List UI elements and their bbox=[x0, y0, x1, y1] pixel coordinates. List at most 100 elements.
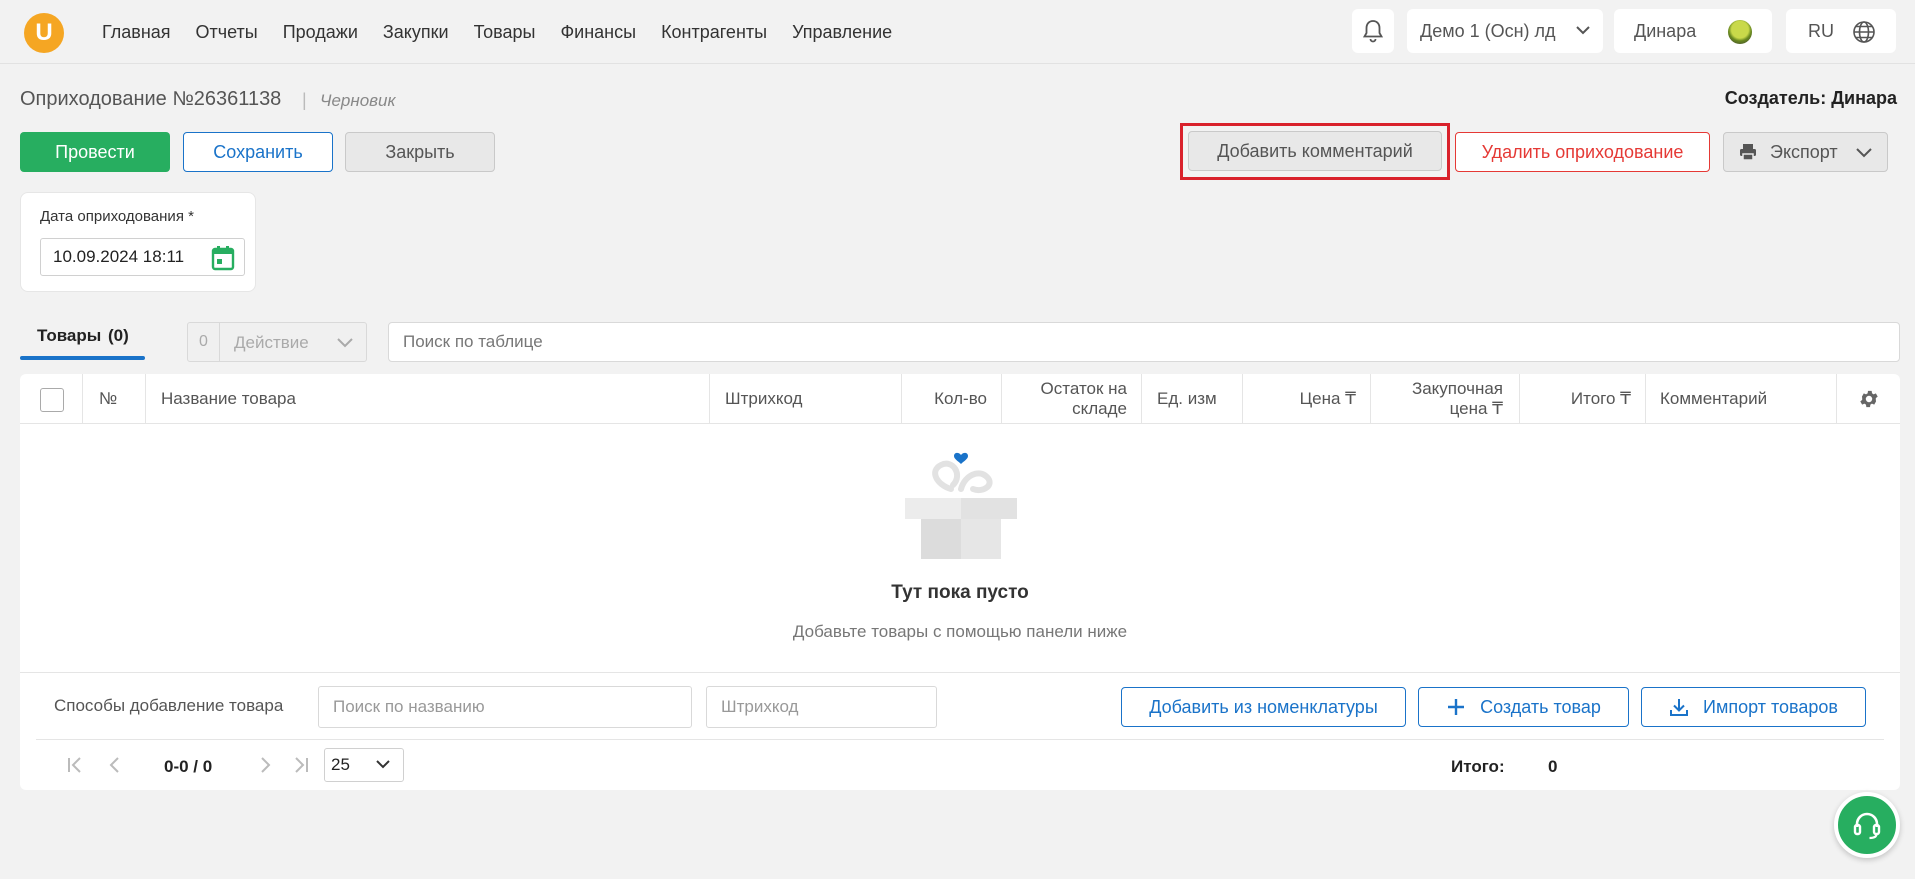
import-products-label: Импорт товаров bbox=[1703, 696, 1838, 717]
column-divider bbox=[1836, 374, 1837, 424]
column-divider bbox=[145, 374, 146, 424]
status-badge: Черновик bbox=[320, 91, 396, 110]
avatar bbox=[1728, 20, 1752, 44]
app-logo[interactable]: U bbox=[24, 13, 64, 53]
import-products-button[interactable]: Импорт товаров bbox=[1641, 687, 1866, 727]
col-total[interactable]: Итого ₸ bbox=[1520, 374, 1645, 424]
total-label: Итого: bbox=[1451, 757, 1505, 776]
export-button[interactable]: Экспорт bbox=[1723, 132, 1888, 172]
calendar-icon[interactable] bbox=[211, 245, 235, 271]
nav-sales[interactable]: Продажи bbox=[283, 22, 358, 43]
table-search-placeholder: Поиск по таблице bbox=[403, 332, 543, 351]
notifications-button[interactable] bbox=[1352, 9, 1394, 53]
create-product-button[interactable]: Создать товар bbox=[1418, 687, 1629, 727]
col-unit[interactable]: Ед. изм bbox=[1157, 374, 1217, 424]
col-price[interactable]: Цена ₸ bbox=[1243, 374, 1370, 424]
nav-home[interactable]: Главная bbox=[102, 22, 171, 43]
tab-active-underline bbox=[20, 356, 145, 360]
empty-state-subtitle: Добавьте товары с помощью панели ниже bbox=[792, 622, 1128, 641]
chevron-down-icon bbox=[1856, 148, 1872, 158]
page-size-select[interactable]: 25 bbox=[324, 748, 404, 782]
nav-management[interactable]: Управление bbox=[792, 22, 892, 43]
prev-page-icon[interactable] bbox=[106, 756, 124, 774]
col-purchase-price[interactable]: Закупочная цена ₸ bbox=[1371, 374, 1519, 424]
col-purchase-line-2: цена ₸ bbox=[1449, 399, 1503, 418]
nav-finance[interactable]: Финансы bbox=[560, 22, 636, 43]
user-menu[interactable]: Динара bbox=[1614, 9, 1772, 53]
col-barcode[interactable]: Штрихкод bbox=[725, 374, 802, 424]
user-name: Динара bbox=[1634, 20, 1697, 41]
add-from-catalog-button[interactable]: Добавить из номенклатуры bbox=[1121, 687, 1406, 727]
product-search-input[interactable]: Поиск по названию bbox=[318, 686, 692, 728]
delete-button[interactable]: Удалить оприходование bbox=[1455, 132, 1710, 172]
tab-goods-count: (0) bbox=[108, 326, 129, 345]
col-stock-line-2: складе bbox=[1072, 399, 1127, 418]
bulk-action-select[interactable]: 0 Действие bbox=[187, 322, 367, 362]
save-button[interactable]: Сохранить bbox=[183, 132, 333, 172]
page-size-value: 25 bbox=[331, 755, 350, 774]
goods-table: № Название товара Штрихкод Кол-во Остато… bbox=[20, 374, 1900, 790]
title-separator: | bbox=[302, 90, 307, 110]
add-methods-label: Способы добавление товара bbox=[54, 696, 284, 715]
bell-icon bbox=[1362, 20, 1384, 43]
column-divider bbox=[82, 374, 83, 424]
last-page-icon[interactable] bbox=[292, 756, 310, 774]
divider bbox=[36, 739, 1884, 740]
gear-icon[interactable] bbox=[1858, 388, 1880, 410]
page-range: 0-0 / 0 bbox=[164, 757, 213, 776]
export-label: Экспорт bbox=[1770, 141, 1838, 162]
company-name: Демо 1 (Осн) лд bbox=[1420, 20, 1556, 41]
total-value: 0 bbox=[1548, 757, 1558, 776]
top-bar: U Главная Отчеты Продажи Закупки Товары … bbox=[0, 0, 1915, 64]
add-comment-button[interactable]: Добавить комментарий bbox=[1188, 131, 1442, 171]
col-stock-label: Остаток на складе bbox=[1041, 379, 1127, 419]
chevron-down-icon bbox=[337, 338, 353, 348]
col-purchase-label: Закупочная цена ₸ bbox=[1412, 379, 1503, 419]
chevron-down-icon bbox=[1576, 26, 1590, 35]
date-card: Дата оприходования * 10.09.2024 18:11 bbox=[20, 192, 256, 292]
col-num: № bbox=[99, 389, 118, 408]
creator-label: Создатель: Динара bbox=[1724, 88, 1897, 108]
headset-icon bbox=[1853, 812, 1881, 840]
close-button[interactable]: Закрыть bbox=[345, 132, 495, 172]
next-page-icon[interactable] bbox=[256, 756, 274, 774]
column-divider bbox=[1141, 374, 1142, 424]
first-page-icon[interactable] bbox=[66, 756, 84, 774]
col-stock[interactable]: Остаток на складе bbox=[1002, 374, 1141, 424]
date-input[interactable]: 10.09.2024 18:11 bbox=[40, 238, 245, 276]
product-search-placeholder: Поиск по названию bbox=[333, 697, 485, 716]
divider bbox=[20, 672, 1900, 673]
plus-icon bbox=[1448, 699, 1465, 715]
nav-purchases[interactable]: Закупки bbox=[383, 22, 449, 43]
post-button[interactable]: Провести bbox=[20, 132, 170, 172]
col-comment[interactable]: Комментарий bbox=[1660, 374, 1767, 424]
date-value: 10.09.2024 18:11 bbox=[53, 247, 185, 266]
col-purchase-line-1: Закупочная bbox=[1411, 379, 1503, 398]
column-divider bbox=[709, 374, 710, 424]
nav-contractors[interactable]: Контрагенты bbox=[661, 22, 767, 43]
select-all-checkbox[interactable] bbox=[40, 388, 64, 412]
date-label: Дата оприходования * bbox=[40, 208, 194, 225]
language-select[interactable]: RU bbox=[1786, 9, 1896, 53]
nav-reports[interactable]: Отчеты bbox=[196, 22, 258, 43]
col-stock-line-1: Остаток на bbox=[1040, 379, 1127, 398]
col-name[interactable]: Название товара bbox=[161, 374, 296, 424]
printer-icon bbox=[1740, 144, 1756, 161]
support-chat-button[interactable] bbox=[1834, 792, 1900, 858]
col-qty[interactable]: Кол-во bbox=[902, 374, 1001, 424]
selected-count: 0 bbox=[188, 323, 220, 361]
page-title: Оприходование №26361138 bbox=[20, 88, 282, 110]
download-icon bbox=[1670, 699, 1689, 716]
table-header: № Название товара Штрихкод Кол-во Остато… bbox=[20, 374, 1900, 424]
nav-goods[interactable]: Товары bbox=[474, 22, 536, 43]
barcode-placeholder: Штрихкод bbox=[721, 697, 799, 716]
barcode-input[interactable]: Штрихкод bbox=[706, 686, 937, 728]
tab-goods-label: Товары bbox=[37, 326, 102, 345]
logo-letter: U bbox=[35, 19, 53, 46]
company-select[interactable]: Демо 1 (Осн) лд bbox=[1407, 9, 1603, 53]
globe-icon bbox=[1853, 21, 1875, 43]
empty-box-icon bbox=[905, 452, 1017, 559]
tab-goods[interactable]: Товары (0) bbox=[20, 322, 145, 362]
table-search-input[interactable]: Поиск по таблице bbox=[388, 322, 1900, 362]
action-label: Действие bbox=[234, 333, 309, 352]
